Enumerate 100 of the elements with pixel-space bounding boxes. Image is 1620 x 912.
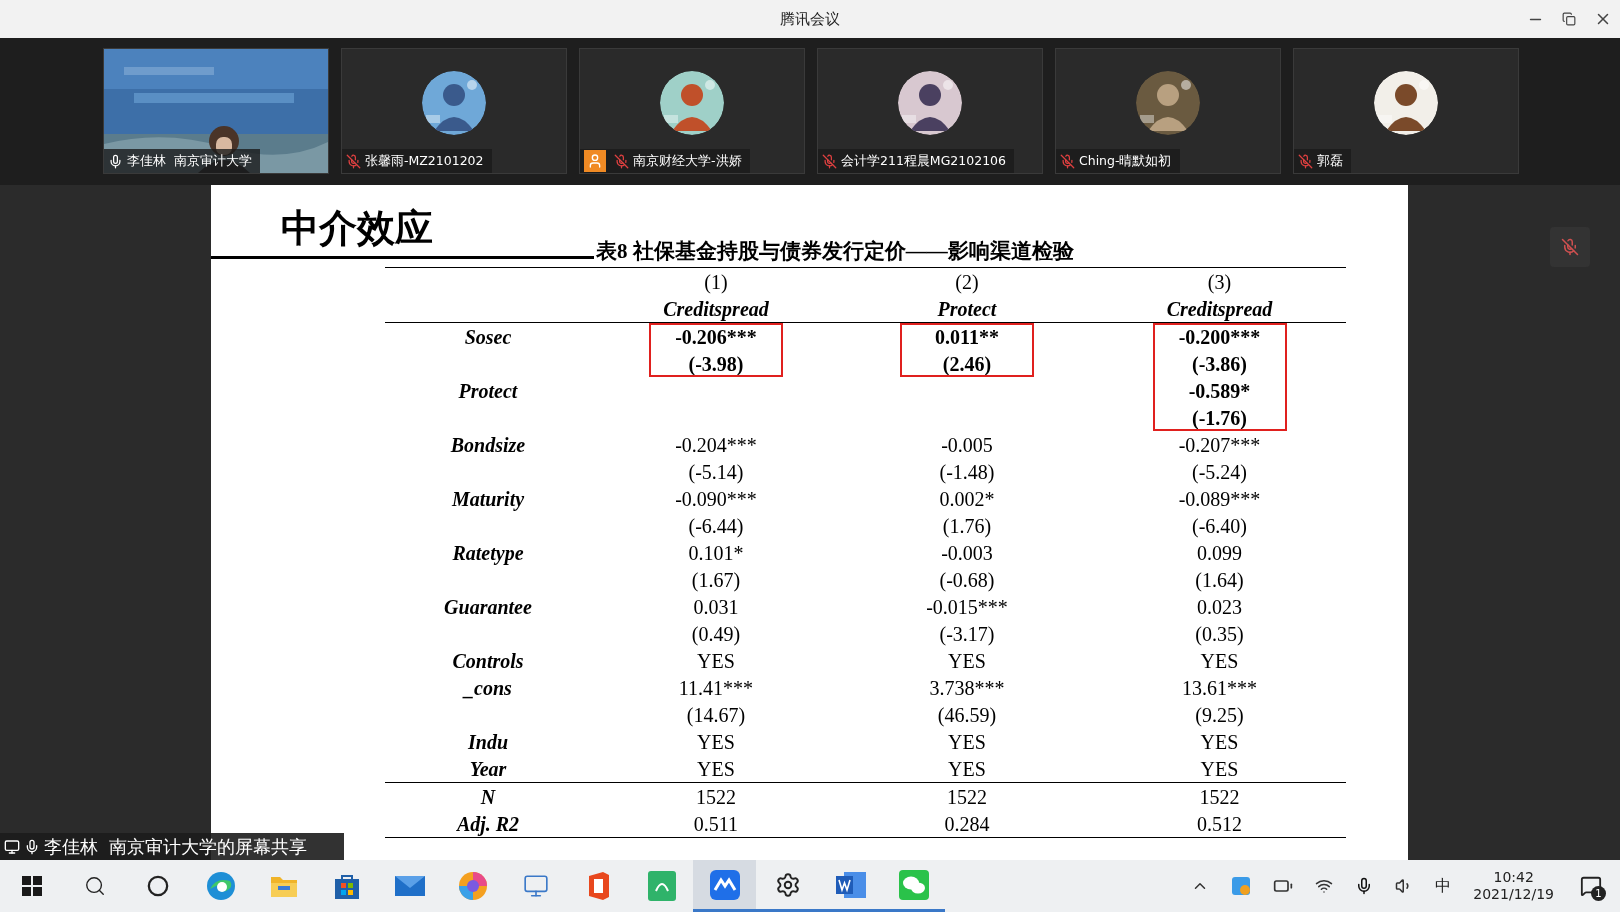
table-cell: -0.200***	[1178, 326, 1261, 347]
table-caption: 表8 社保基金持股与债券发行定价——影响渠道检验	[596, 241, 1074, 262]
table-cell: -0.003	[941, 542, 993, 563]
table-cell: (1.76)	[942, 515, 992, 536]
video-tile[interactable]: 张馨雨-MZ2101202	[341, 48, 567, 174]
table-cell: YES	[1200, 650, 1239, 671]
colorful-circle-icon	[457, 871, 488, 901]
table-cell: YES	[1200, 731, 1239, 752]
table-cell: -0.204***	[675, 434, 757, 455]
table-cell: (-5.24)	[1192, 461, 1247, 482]
table-cell: -0.005	[941, 434, 993, 455]
row-label: Adj. R2	[456, 813, 520, 834]
row-label: Ratetype	[452, 542, 524, 563]
computer-icon	[522, 873, 549, 899]
screen-share-icon	[4, 838, 20, 855]
shopping-bag-icon	[332, 872, 361, 900]
time: 10:42	[1493, 868, 1534, 886]
table-cell: 0.512	[1197, 813, 1242, 834]
window-title: 腾讯会议	[780, 8, 840, 30]
column-header: Creditspread	[663, 298, 769, 319]
row-label: Guarantee	[444, 596, 532, 617]
column-header: Protect	[937, 298, 997, 319]
table-cell: (-6.44)	[688, 515, 744, 536]
video-tile[interactable]: 会计学211程晨MG2102106	[817, 48, 1043, 174]
table-cell: 1522	[696, 786, 736, 807]
table-cell: YES	[697, 650, 735, 671]
table-cell: 3.738***	[929, 677, 1005, 698]
table-cell: (-3.86)	[1192, 353, 1247, 374]
table-cell: (1.67)	[691, 569, 741, 590]
row-label: Sosec	[464, 326, 512, 347]
table-cell: 0.011**	[935, 326, 999, 347]
table-cell: 1522	[1199, 786, 1240, 807]
globe-swirl-icon	[205, 871, 236, 901]
video-tile[interactable]: Ching-晴默如初	[1055, 48, 1281, 174]
video-tile[interactable]: 南京财经大学-洪娇	[579, 48, 805, 174]
table-cell: 0.101*	[688, 542, 744, 563]
column-number: (1)	[704, 271, 728, 292]
share-text: 李佳林 南京审计大学的屏幕共享	[44, 835, 308, 859]
table-cell: 0.511	[693, 813, 739, 834]
column-header: Creditspread	[1166, 298, 1273, 319]
table-cell: YES	[697, 731, 735, 752]
table-cell: (46.59)	[937, 704, 997, 725]
table-cell: (-5.14)	[688, 461, 744, 482]
table-cell: (9.25)	[1195, 704, 1244, 725]
participant-name: 南京财经大学-洪娇	[633, 151, 742, 170]
column-number: (2)	[955, 271, 979, 292]
row-label: N	[480, 786, 496, 807]
side-mic-button[interactable]	[1550, 227, 1590, 267]
table-cell: (1.64)	[1195, 569, 1244, 590]
table-cell: 0.099	[1197, 542, 1242, 563]
table-cell: (-0.68)	[939, 569, 995, 590]
windows-icon	[21, 876, 42, 896]
table-cell: 0.031	[693, 596, 739, 617]
participant-name: 张馨雨-MZ2101202	[365, 151, 484, 170]
table-cell: (14.67)	[686, 704, 746, 725]
table-cell: 0.023	[1197, 596, 1242, 617]
slide-title: 中介效应	[281, 209, 433, 247]
date: 2021/12/19	[1473, 886, 1554, 904]
video-tile[interactable]: 李佳林 南京审计大学	[103, 48, 329, 174]
row-label: Controls	[452, 650, 524, 671]
table-cell: 1522	[947, 786, 987, 807]
envelope-icon	[394, 874, 425, 898]
table-cell: (-3.98)	[688, 353, 744, 374]
table-cell: (0.49)	[691, 623, 741, 644]
row-label: Bondsize	[450, 434, 526, 455]
table-cell: (-6.40)	[1192, 515, 1247, 536]
row-label: _cons	[464, 677, 512, 698]
table-cell: 0.002*	[939, 488, 995, 509]
notification-count: 1	[1591, 886, 1606, 901]
table-cell: YES	[948, 758, 986, 779]
wifi-icon[interactable]	[1315, 877, 1334, 895]
row-label: Protect	[458, 380, 518, 401]
clock[interactable]: 10:42 2021/12/19	[1473, 868, 1554, 904]
table-cell: -0.090***	[675, 488, 757, 509]
table-cell: (0.35)	[1195, 623, 1244, 644]
table-cell: (2.46)	[942, 353, 992, 374]
circle-icon	[146, 875, 169, 897]
participant-name: 郭磊	[1317, 151, 1343, 170]
restore-icon[interactable]	[1562, 12, 1576, 26]
table-cell: -0.015***	[926, 596, 1008, 617]
table-cell: 13.61***	[1182, 677, 1257, 698]
table-cell: (-1.76)	[1192, 407, 1247, 428]
table-cell: (-1.48)	[939, 461, 995, 482]
mic-icon	[24, 838, 40, 855]
table-cell: YES	[1200, 758, 1239, 779]
input-method[interactable]: 中	[1435, 874, 1452, 898]
column-number: (3)	[1207, 271, 1232, 292]
table-cell: -0.207***	[1178, 434, 1261, 455]
search-icon	[83, 875, 106, 897]
table-cell: -0.089***	[1178, 488, 1261, 509]
table-cell: YES	[948, 650, 986, 671]
participant-name: 会计学211程晨MG2102106	[841, 151, 1006, 170]
video-tile[interactable]: 郭磊	[1293, 48, 1519, 174]
row-label: Maturity	[451, 488, 525, 509]
participant-name: Ching-晴默如初	[1079, 151, 1172, 170]
muted-mic-icon	[1561, 238, 1579, 256]
settings-icon	[774, 871, 801, 898]
table-cell: (-3.17)	[939, 623, 995, 644]
office-icon	[586, 871, 611, 901]
table-cell: 0.284	[944, 813, 990, 834]
